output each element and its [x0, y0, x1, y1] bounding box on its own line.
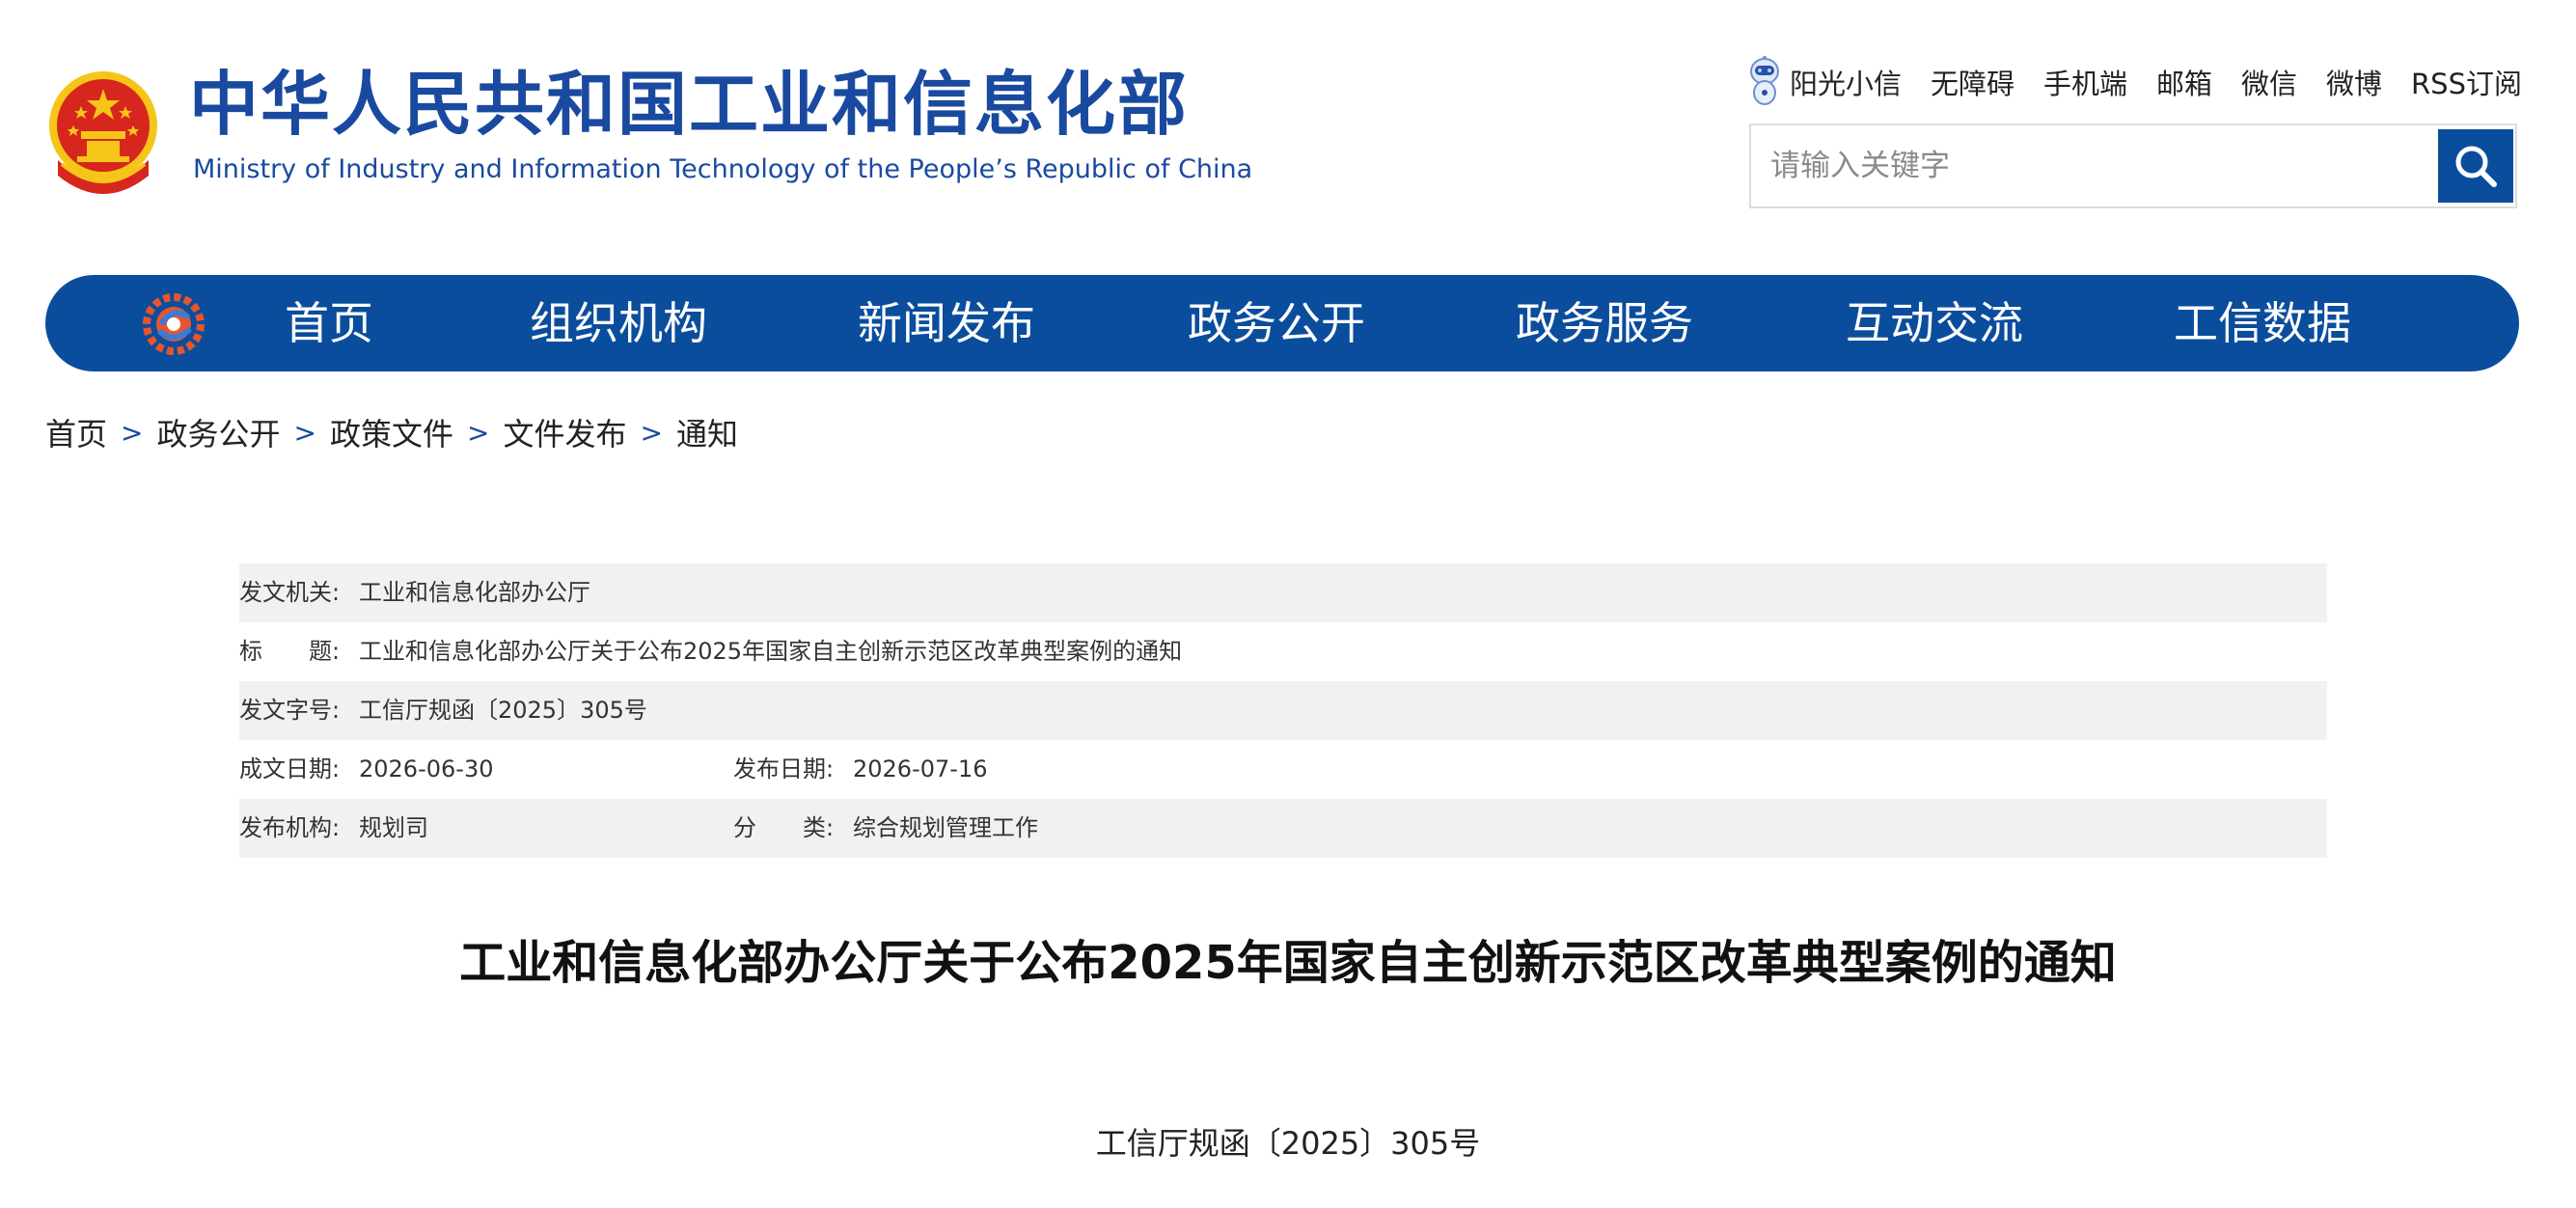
top-link-mobile[interactable]: 手机端: [2043, 62, 2127, 102]
breadcrumb-item-home[interactable]: 首页: [45, 410, 107, 454]
robot-assistant-icon: [1745, 56, 1784, 108]
meta-label: 发布日期:: [733, 755, 835, 782]
nav-item-government-affairs[interactable]: 政务公开: [1188, 275, 1365, 371]
meta-label: 标 题:: [239, 638, 341, 665]
top-link-rss[interactable]: RSS订阅: [2411, 62, 2522, 102]
search-input[interactable]: [1751, 125, 2436, 206]
top-links-bar: 阳光小信 无障碍 手机端 邮箱 微信 微博 RSS订阅: [1745, 56, 2522, 108]
meta-value-category: 综合规划管理工作: [853, 814, 1038, 841]
site-title-cn[interactable]: 中华人民共和国工业和信息化部: [189, 69, 1189, 139]
nav-item-news[interactable]: 新闻发布: [858, 275, 1035, 371]
search-box: [1749, 124, 2517, 208]
top-link-weibo[interactable]: 微博: [2326, 62, 2382, 102]
nav-item-government-services[interactable]: 政务服务: [1516, 275, 1693, 371]
nav-item-home[interactable]: 首页: [285, 275, 373, 371]
top-link-label: 阳光小信: [1789, 68, 1902, 100]
breadcrumb-item-file-release[interactable]: 文件发布: [503, 410, 626, 454]
search-icon: [2438, 142, 2513, 190]
meta-row-issuer: 发文机关: 工业和信息化部办公厅: [239, 563, 2327, 622]
meta-label: 成文日期:: [239, 755, 341, 782]
meta-label: 分 类:: [733, 814, 835, 841]
breadcrumb-item-notice[interactable]: 通知: [676, 410, 738, 454]
national-emblem-icon[interactable]: [44, 68, 162, 197]
document-meta-table: 发文机关: 工业和信息化部办公厅 标 题: 工业和信息化部办公厅关于公布2025年国…: [239, 563, 2327, 858]
top-link-yangguang-xiaoxin[interactable]: 阳光小信: [1745, 56, 1902, 108]
main-nav: 首页 组织机构 新闻发布 政务公开 政务服务 互动交流 工信数据: [45, 275, 2519, 371]
breadcrumb-separator-icon: >: [640, 416, 663, 449]
nav-item-data[interactable]: 工信数据: [2174, 275, 2351, 371]
nav-item-interaction[interactable]: 互动交流: [1846, 275, 2023, 371]
breadcrumb: 首页 > 政务公开 > 政策文件 > 文件发布 > 通知: [45, 410, 738, 454]
meta-value-written-date: 2026-06-30: [359, 755, 494, 782]
breadcrumb-separator-icon: >: [293, 416, 316, 449]
meta-label: 发布机构:: [239, 814, 341, 841]
meta-value-doc-number: 工信厅规函〔2025〕305号: [359, 697, 647, 724]
top-link-mailbox[interactable]: 邮箱: [2156, 62, 2212, 102]
meta-value-publish-date: 2026-07-16: [853, 755, 988, 782]
meta-label: 发文字号:: [239, 697, 341, 724]
meta-value-issuer: 工业和信息化部办公厅: [359, 579, 590, 606]
breadcrumb-item-policy-documents[interactable]: 政策文件: [330, 410, 453, 454]
meta-row-title: 标 题: 工业和信息化部办公厅关于公布2025年国家自主创新示范区改革典型案例的通…: [239, 622, 2327, 681]
site-title-en[interactable]: Ministry of Industry and Information Tec…: [193, 156, 1252, 182]
breadcrumb-separator-icon: >: [121, 416, 144, 449]
article-doc-number: 工信厅规函〔2025〕305号: [1095, 1125, 1481, 1162]
meta-label: 发文机关:: [239, 579, 341, 606]
article-title: 工业和信息化部办公厅关于公布2025年国家自主创新示范区改革典型案例的通知: [459, 936, 2117, 990]
meta-row-doc-number: 发文字号: 工信厅规函〔2025〕305号: [239, 681, 2327, 740]
meta-row-dates: 成文日期: 2026-06-30 发布日期: 2026-07-16: [239, 740, 2327, 799]
top-link-wechat[interactable]: 微信: [2241, 62, 2297, 102]
meta-row-publisher: 发布机构: 规划司 分 类: 综合规划管理工作: [239, 799, 2327, 858]
top-link-accessibility[interactable]: 无障碍: [1931, 62, 2014, 102]
meta-value-title: 工业和信息化部办公厅关于公布2025年国家自主创新示范区改革典型案例的通知: [359, 638, 1183, 665]
search-button[interactable]: [2438, 129, 2513, 203]
meta-value-publisher: 规划司: [359, 814, 428, 841]
nav-item-organization[interactable]: 组织机构: [530, 275, 707, 371]
breadcrumb-separator-icon: >: [466, 416, 490, 449]
breadcrumb-item-government-affairs[interactable]: 政务公开: [156, 410, 280, 454]
miit-logo-icon[interactable]: [142, 292, 206, 356]
